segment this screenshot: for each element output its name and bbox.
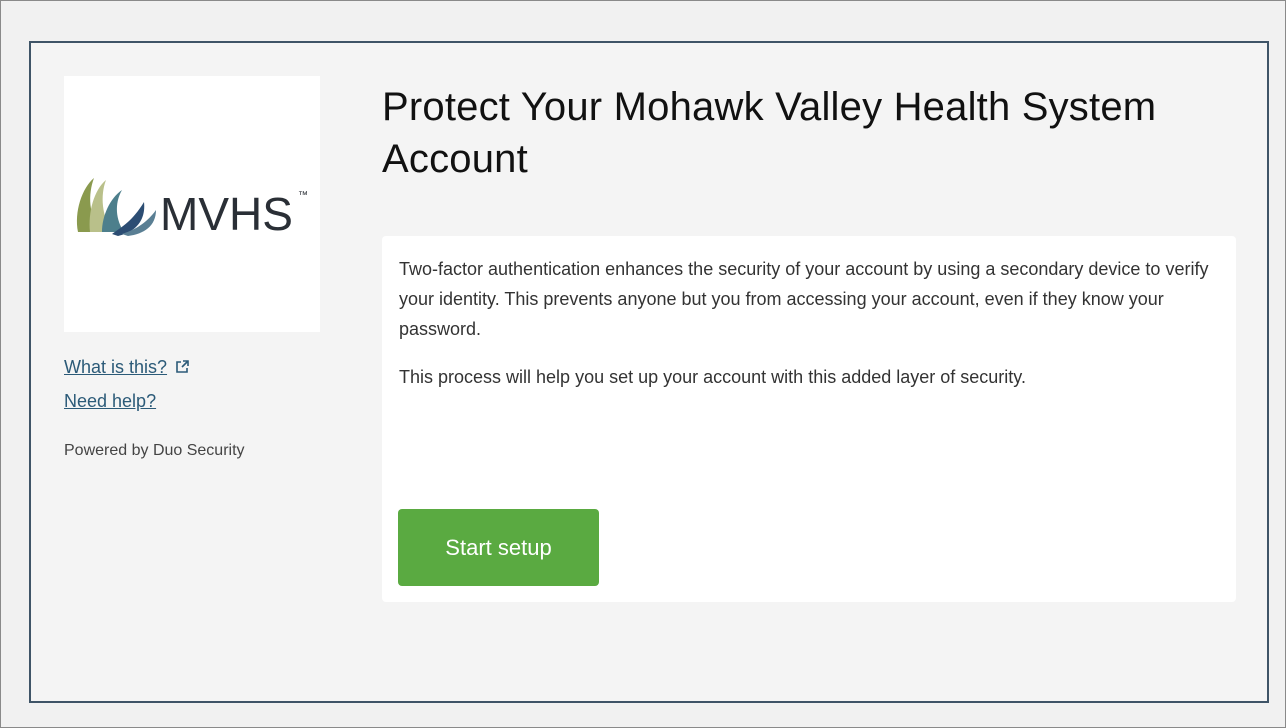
what-is-this-link[interactable]: What is this?	[64, 357, 167, 378]
need-help-row: Need help?	[64, 388, 320, 414]
mvhs-logo: MVHS ™	[64, 76, 320, 332]
page-title: Protect Your Mohawk Valley Health System…	[382, 85, 1157, 181]
logo-wordmark: MVHS	[160, 188, 293, 240]
trademark-symbol: ™	[298, 190, 308, 201]
intro-paragraph: Two-factor authentication enhances the s…	[399, 259, 1209, 339]
external-link-icon[interactable]	[175, 360, 189, 374]
mvhs-logo-graphic: MVHS ™	[76, 178, 308, 240]
info-card: Two-factor authentication enhances the s…	[382, 236, 1236, 602]
duo-prompt-panel: MVHS ™ What is this? Need help? Powered …	[29, 41, 1269, 703]
need-help-link[interactable]: Need help?	[64, 391, 156, 412]
powered-by-text: Powered by Duo Security	[64, 442, 245, 459]
window-frame: MVHS ™ What is this? Need help? Powered …	[0, 0, 1286, 728]
start-setup-button[interactable]: Start setup	[398, 509, 599, 586]
what-is-this-row: What is this?	[64, 354, 320, 380]
sidebar: MVHS ™ What is this? Need help? Powered …	[64, 76, 320, 460]
main-content: Protect Your Mohawk Valley Health System…	[382, 73, 1236, 602]
card-text: Two-factor authentication enhances the s…	[399, 254, 1219, 410]
process-paragraph: This process will help you set up your a…	[399, 367, 1026, 387]
